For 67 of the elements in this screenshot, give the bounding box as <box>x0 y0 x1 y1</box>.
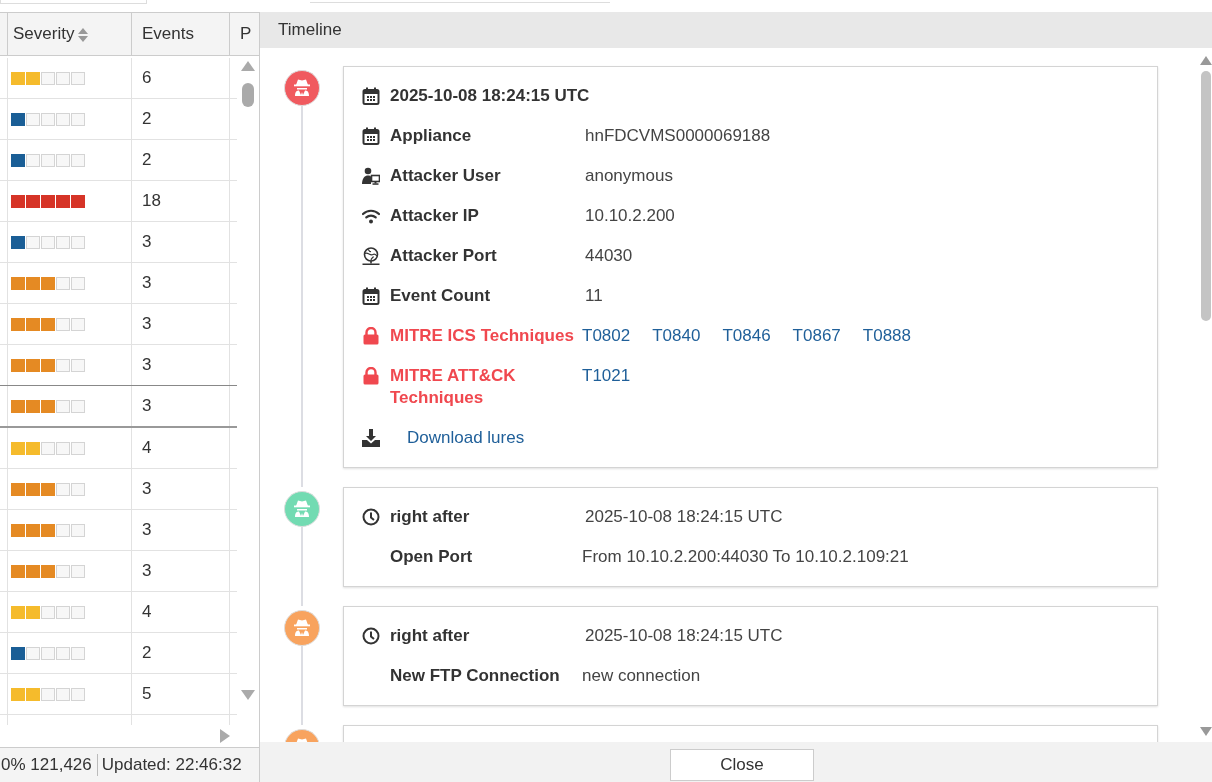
technique-link[interactable]: T0802 <box>582 325 631 347</box>
table-cell: 3 <box>142 396 152 416</box>
field-value: 2025-10-08 18:24:15 UTC <box>584 625 783 647</box>
technique-label: MITRE ICS Techniques <box>390 325 575 347</box>
table-cell: 3 <box>142 520 152 540</box>
field-value: hnFDCVMS0000069188 <box>584 125 771 147</box>
table-cell: 4 <box>142 602 152 622</box>
table-cell: 5 <box>142 684 152 704</box>
field-label: right after <box>390 625 471 647</box>
field-label: Attacker Port <box>390 245 498 267</box>
table-row[interactable]: 18 <box>0 181 237 222</box>
field-label: New FTP Connection <box>390 665 561 687</box>
technique-link[interactable]: T0888 <box>862 325 911 347</box>
table-row[interactable]: 3 <box>0 304 237 345</box>
field-value: 2025-10-08 18:24:15 UTC <box>584 506 783 528</box>
table-row[interactable]: 3 <box>0 345 237 386</box>
table-row[interactable]: 4 <box>0 428 237 469</box>
column-header[interactable]: Severity <box>8 13 132 55</box>
column-header[interactable]: P <box>230 13 259 55</box>
table-cell: 18 <box>142 191 161 211</box>
status-text: Updated: 22:46:32 <box>100 755 242 775</box>
close-button[interactable]: Close <box>670 749 814 781</box>
technique-link[interactable]: T0867 <box>792 325 841 347</box>
table-row[interactable]: 3 <box>0 551 237 592</box>
field-value: 44030 <box>584 245 633 267</box>
table-row[interactable]: 3 <box>0 222 237 263</box>
column-header[interactable]: Events <box>132 13 230 55</box>
field-value: 10.10.2.200 <box>584 205 675 227</box>
table-cell: 2 <box>142 150 152 170</box>
field-label: Attacker User <box>390 165 502 187</box>
field-value: anonymous <box>584 165 673 187</box>
table-row[interactable]: 5 <box>0 674 237 715</box>
field-label: Event Count <box>390 285 492 307</box>
field-label: Attacker IP <box>390 205 480 227</box>
table-cell: 3 <box>142 232 152 252</box>
dialog-title: Timeline <box>278 20 342 40</box>
field-label: Appliance <box>390 125 473 147</box>
download-link[interactable]: Download lures <box>407 427 525 449</box>
table-cell: 3 <box>142 273 152 293</box>
table-cell: 3 <box>142 561 152 581</box>
technique-link[interactable]: T0846 <box>722 325 771 347</box>
table-cell: 6 <box>142 68 152 88</box>
field-value: From 10.10.2.200:44030 To 10.10.2.109:21 <box>582 546 909 568</box>
table-cell: 2 <box>142 643 152 663</box>
field-value: new connection <box>582 665 701 687</box>
table-row[interactable]: 4 <box>0 592 237 633</box>
technique-label: MITRE ATT&CK Techniques <box>390 365 517 409</box>
field-label: right after <box>390 506 471 528</box>
table-row[interactable]: 6 <box>0 58 237 99</box>
table-cell: 3 <box>142 479 152 499</box>
field-label: Open Port <box>390 546 474 568</box>
status-text: 0% 121,426 <box>1 754 98 776</box>
table-row[interactable]: 2 <box>0 99 237 140</box>
table-row[interactable]: 2 <box>0 633 237 674</box>
table-row[interactable]: 2 <box>0 140 237 181</box>
field-value: 11 <box>584 285 603 307</box>
table-row[interactable]: 3 <box>0 263 237 304</box>
event-date: 2025-10-08 18:24:15 UTC <box>390 85 590 107</box>
technique-link[interactable]: T0840 <box>652 325 701 347</box>
table-cell: 3 <box>142 314 152 334</box>
table-row[interactable]: 3 <box>0 385 237 428</box>
table-row[interactable]: 3 <box>0 510 237 551</box>
table-row[interactable]: 3 <box>0 469 237 510</box>
technique-link[interactable]: T1021 <box>582 365 631 387</box>
table-cell: 3 <box>142 355 152 375</box>
table-cell: 4 <box>142 438 152 458</box>
table-cell: 2 <box>142 109 152 129</box>
